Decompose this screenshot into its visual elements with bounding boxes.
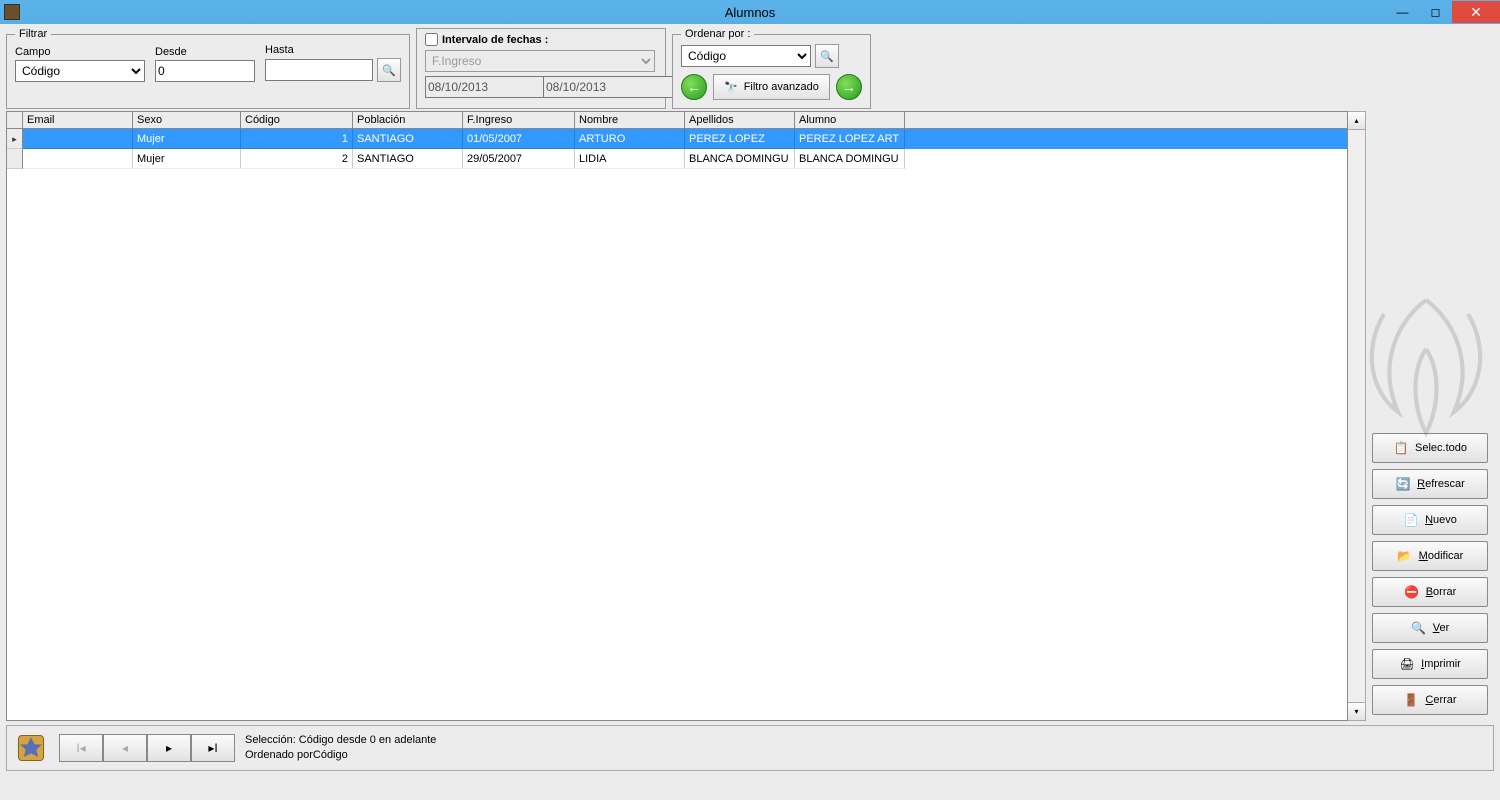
- column-header[interactable]: Email: [23, 112, 133, 128]
- new-button[interactable]: 📄Nuevo: [1372, 505, 1488, 535]
- order-search-button[interactable]: 🔍: [815, 44, 839, 68]
- status-icon: [13, 730, 49, 766]
- date-interval-checkbox[interactable]: [425, 33, 438, 46]
- current-row-icon: [12, 133, 17, 145]
- magnifier-icon: 🔍: [1411, 620, 1427, 636]
- data-grid[interactable]: Email Sexo Código Población F.Ingreso No…: [6, 111, 1348, 721]
- window-controls: — ◻ ✕: [1386, 1, 1500, 23]
- vertical-scrollbar[interactable]: ▴ ▾: [1348, 111, 1366, 721]
- table-cell: BLANCA DOMINGU: [685, 149, 795, 169]
- hasta-label: Hasta: [265, 44, 401, 56]
- nav-last-button[interactable]: ▸I: [191, 734, 235, 762]
- close-button[interactable]: ✕: [1452, 1, 1500, 23]
- table-cell: [23, 129, 133, 149]
- table-cell: LIDIA: [575, 149, 685, 169]
- table-cell: SANTIAGO: [353, 129, 463, 149]
- date-to-input[interactable]: ▾: [543, 76, 655, 98]
- column-header[interactable]: Sexo: [133, 112, 241, 128]
- magnifier-icon: 🔍: [382, 64, 396, 77]
- column-header[interactable]: Apellidos: [685, 112, 795, 128]
- order-group: Ordenar por : Código 🔍 ← 🔭 Filtro avanza…: [672, 28, 871, 109]
- copy-icon: 📋: [1393, 440, 1409, 456]
- row-indicator: [7, 149, 23, 169]
- table-cell: 1: [241, 129, 353, 149]
- filter-legend: Filtrar: [15, 28, 51, 40]
- table-cell: PEREZ LOPEZ ART: [795, 129, 905, 149]
- prev-button[interactable]: ←: [681, 74, 707, 100]
- table-cell: 29/05/2007: [463, 149, 575, 169]
- campo-label: Campo: [15, 46, 145, 58]
- maximize-button[interactable]: ◻: [1419, 1, 1452, 23]
- table-cell: BLANCA DOMINGU: [795, 149, 905, 169]
- minimize-button[interactable]: —: [1386, 1, 1419, 23]
- hasta-input[interactable]: [265, 59, 373, 81]
- table-cell: 2: [241, 149, 353, 169]
- nav-first-button[interactable]: I◂: [59, 734, 103, 762]
- delete-icon: ⛔: [1404, 584, 1420, 600]
- nav-next-button[interactable]: ▸: [147, 734, 191, 762]
- campo-select[interactable]: Código: [15, 60, 145, 82]
- scroll-down-icon[interactable]: ▾: [1348, 702, 1365, 720]
- filter-panel: Filtrar Campo Código Desde Hasta 🔍 Inter…: [6, 28, 1494, 109]
- next-button[interactable]: →: [836, 74, 862, 100]
- table-cell: Mujer: [133, 149, 241, 169]
- nav-prev-button[interactable]: ◂: [103, 734, 147, 762]
- grid-header: Email Sexo Código Población F.Ingreso No…: [7, 112, 1347, 129]
- magnifier-icon: 🔍: [820, 50, 834, 63]
- refresh-icon: 🔄: [1395, 476, 1411, 492]
- table-cell: 01/05/2007: [463, 129, 575, 149]
- window-title: Alumnos: [725, 5, 776, 20]
- order-select[interactable]: Código: [681, 45, 811, 67]
- desde-label: Desde: [155, 46, 255, 58]
- binoculars-icon: 🔭: [724, 81, 738, 94]
- view-button[interactable]: 🔍Ver: [1372, 613, 1488, 643]
- folder-icon: 📂: [1397, 548, 1413, 564]
- column-header[interactable]: Alumno: [795, 112, 905, 128]
- printer-icon: 🖨: [1399, 656, 1415, 672]
- status-bar: I◂ ◂ ▸ ▸I Selección: Código desde 0 en a…: [6, 725, 1494, 771]
- order-legend: Ordenar por :: [681, 28, 754, 40]
- table-cell: SANTIAGO: [353, 149, 463, 169]
- date-interval-group: Intervalo de fechas : F.Ingreso ▾ ▾: [416, 28, 666, 109]
- close-button[interactable]: 🚪Cerrar: [1372, 685, 1488, 715]
- table-row[interactable]: Mujer2SANTIAGO29/05/2007LIDIABLANCA DOMI…: [7, 149, 1347, 169]
- window-titlebar: Alumnos — ◻ ✕: [0, 0, 1500, 24]
- column-header[interactable]: Nombre: [575, 112, 685, 128]
- delete-button[interactable]: ⛔Borrar: [1372, 577, 1488, 607]
- table-cell: Mujer: [133, 129, 241, 149]
- table-cell: [23, 149, 133, 169]
- action-panel: 📋Selec.todo 🔄Refrescar 📄Nuevo 📂Modificar…: [1366, 111, 1494, 721]
- modify-button[interactable]: 📂Modificar: [1372, 541, 1488, 571]
- row-indicator: [7, 129, 23, 149]
- date-from-input[interactable]: ▾: [425, 76, 537, 98]
- column-header[interactable]: Población: [353, 112, 463, 128]
- hasta-search-button[interactable]: 🔍: [377, 58, 401, 82]
- table-row[interactable]: Mujer1SANTIAGO01/05/2007ARTUROPEREZ LOPE…: [7, 129, 1347, 149]
- select-all-button[interactable]: 📋Selec.todo: [1372, 433, 1488, 463]
- column-header[interactable]: F.Ingreso: [463, 112, 575, 128]
- advanced-filter-button[interactable]: 🔭 Filtro avanzado: [713, 74, 830, 100]
- document-icon: 📄: [1403, 512, 1419, 528]
- door-icon: 🚪: [1403, 692, 1419, 708]
- column-header[interactable]: Código: [241, 112, 353, 128]
- app-icon: [4, 4, 20, 20]
- desde-input[interactable]: [155, 60, 255, 82]
- print-button[interactable]: 🖨Imprimir: [1372, 649, 1488, 679]
- scroll-up-icon[interactable]: ▴: [1348, 112, 1365, 130]
- date-interval-label: Intervalo de fechas :: [442, 34, 548, 46]
- filter-group: Filtrar Campo Código Desde Hasta 🔍: [6, 28, 410, 109]
- table-cell: PEREZ LOPEZ: [685, 129, 795, 149]
- status-text: Selección: Código desde 0 en adelante Or…: [245, 733, 436, 763]
- table-cell: ARTURO: [575, 129, 685, 149]
- refresh-button[interactable]: 🔄Refrescar: [1372, 469, 1488, 499]
- date-field-select[interactable]: F.Ingreso: [425, 50, 655, 72]
